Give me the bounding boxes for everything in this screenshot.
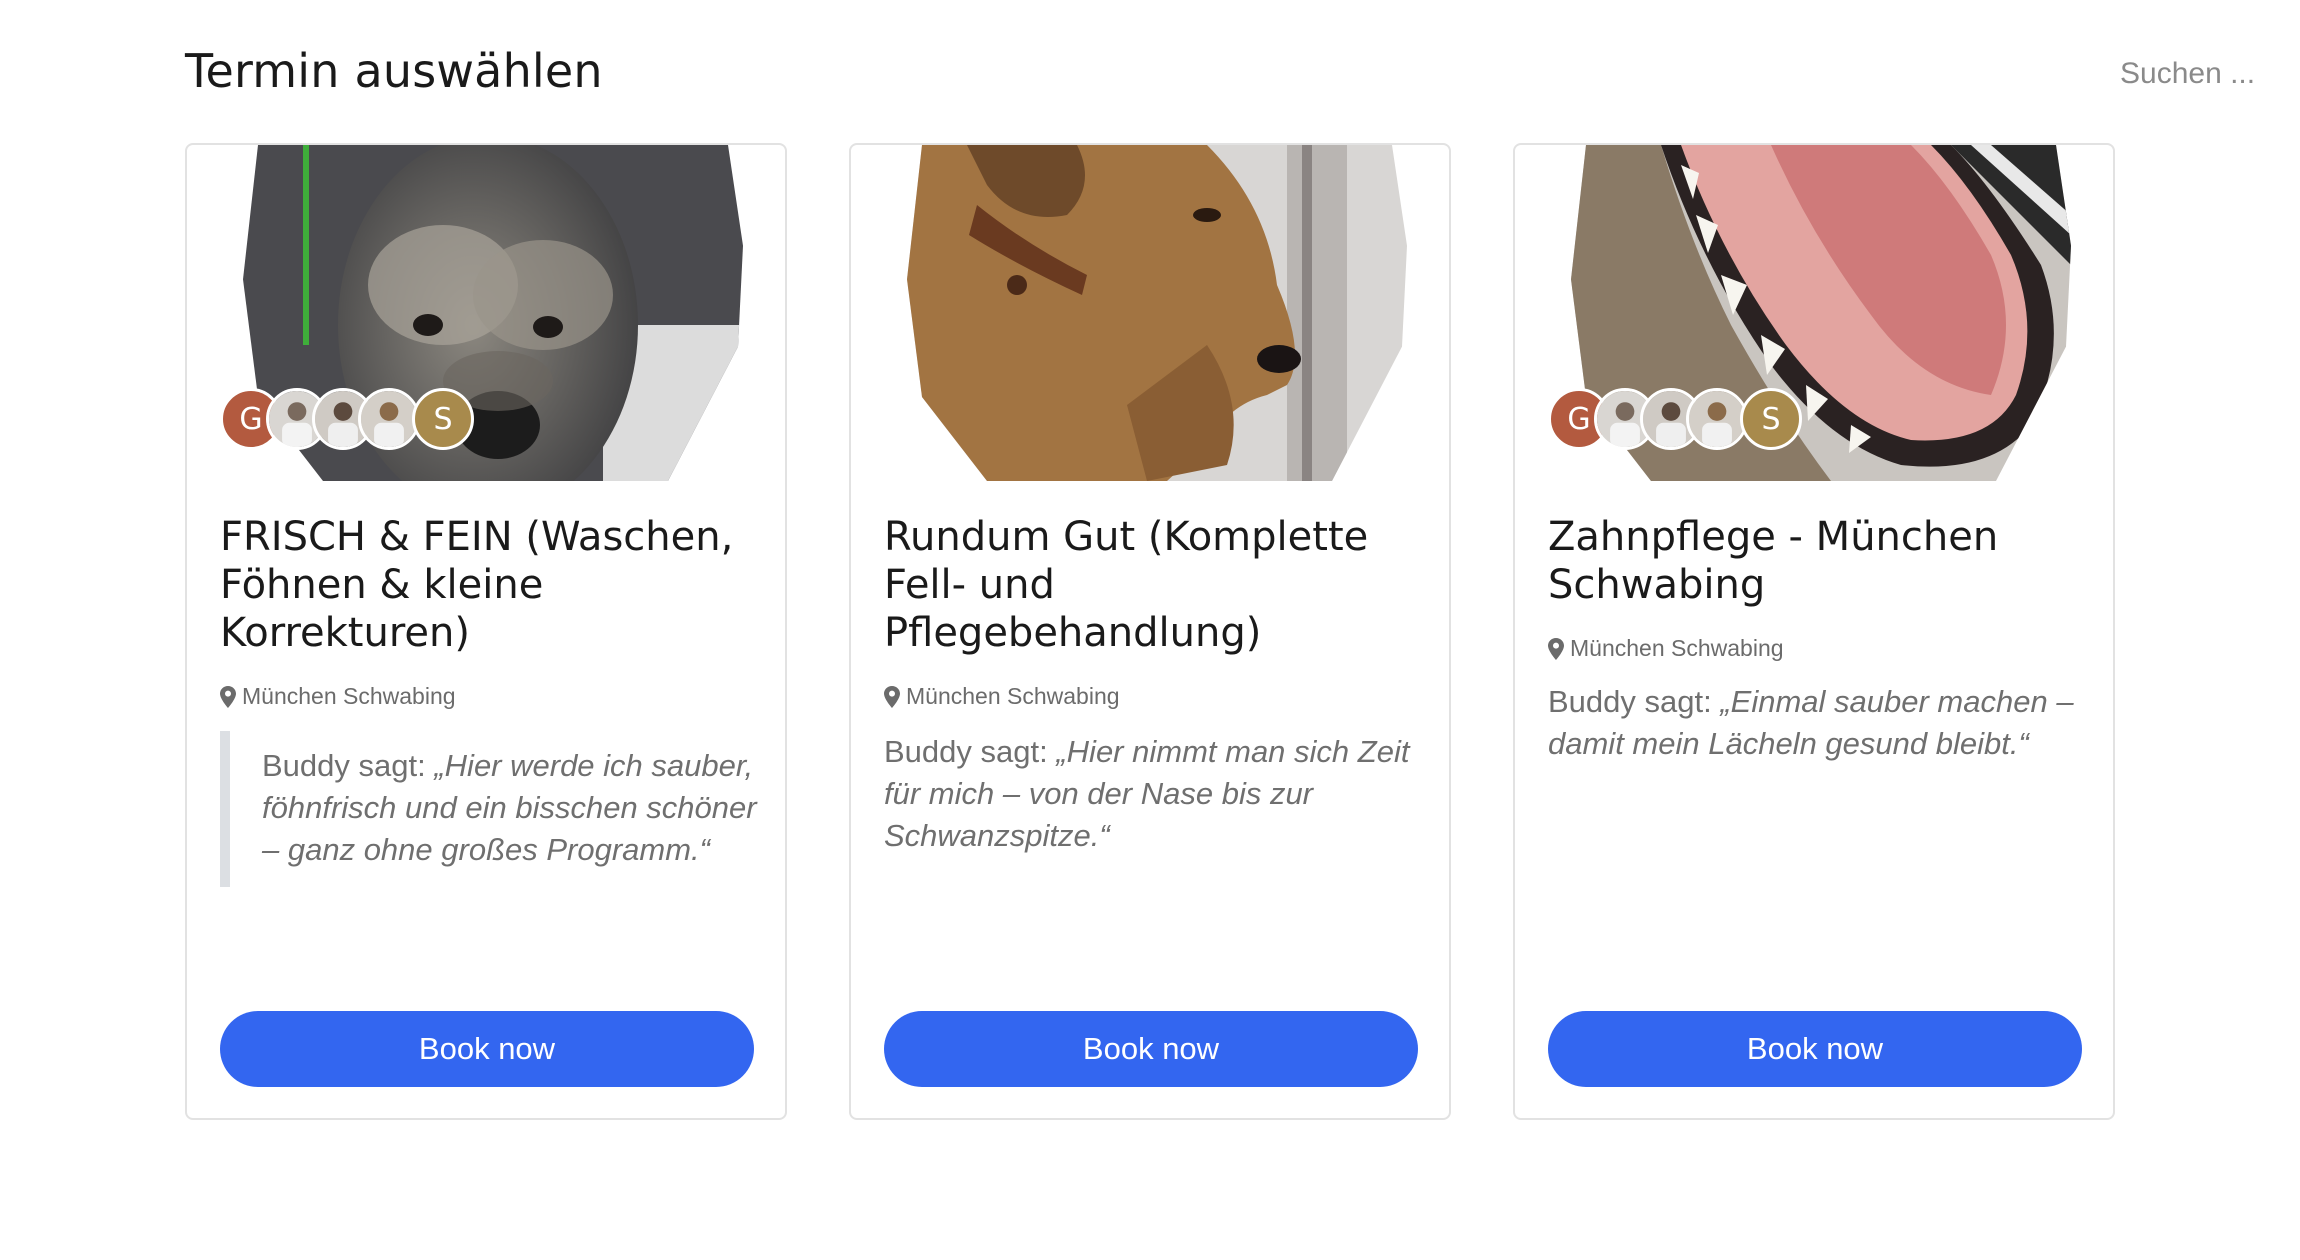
service-card-list: G S FRISCH & FEIN (Waschen, Föhnen & kle… bbox=[185, 143, 2115, 1120]
avatar bbox=[1686, 388, 1748, 450]
map-pin-icon bbox=[1548, 637, 1564, 660]
location: München Schwabing bbox=[220, 683, 456, 710]
service-image-terrier bbox=[907, 145, 1407, 481]
staff-avatars: G S bbox=[1548, 388, 1828, 450]
service-title[interactable]: Zahnpflege - München Schwabing bbox=[1548, 513, 2088, 609]
location: München Schwabing bbox=[1548, 635, 1784, 662]
book-now-button[interactable]: Book now bbox=[1548, 1011, 2082, 1087]
avatar bbox=[358, 388, 420, 450]
location-label: München Schwabing bbox=[242, 683, 456, 709]
avatar: S bbox=[1740, 388, 1802, 450]
map-pin-icon bbox=[220, 685, 236, 708]
book-now-button[interactable]: Book now bbox=[884, 1011, 1418, 1087]
buddy-quote: Buddy sagt: „Einmal sauber machen – dami… bbox=[1548, 684, 2074, 761]
buddy-quote: Buddy sagt: „Hier nimmt man sich Zeit fü… bbox=[884, 734, 1410, 853]
staff-avatars: G S bbox=[220, 388, 500, 450]
buddy-quote: Buddy sagt: „Hier werde ich sauber, föhn… bbox=[220, 731, 760, 887]
map-pin-icon bbox=[884, 685, 900, 708]
search-input[interactable] bbox=[2120, 52, 2290, 96]
location-label: München Schwabing bbox=[906, 683, 1120, 709]
service-card: G S Zahnpflege - München Schwabing Münch… bbox=[1513, 143, 2115, 1120]
service-card: G S FRISCH & FEIN (Waschen, Föhnen & kle… bbox=[185, 143, 787, 1120]
page-title: Termin auswählen bbox=[185, 44, 603, 98]
service-title[interactable]: FRISCH & FEIN (Waschen, Föhnen & kleine … bbox=[220, 513, 760, 657]
service-title[interactable]: Rundum Gut (Komplette Fell- und Pflegebe… bbox=[884, 513, 1424, 657]
location: München Schwabing bbox=[884, 683, 1120, 710]
avatar: S bbox=[412, 388, 474, 450]
book-now-button[interactable]: Book now bbox=[220, 1011, 754, 1087]
location-label: München Schwabing bbox=[1570, 635, 1784, 661]
service-card: Rundum Gut (Komplette Fell- und Pflegebe… bbox=[849, 143, 1451, 1120]
